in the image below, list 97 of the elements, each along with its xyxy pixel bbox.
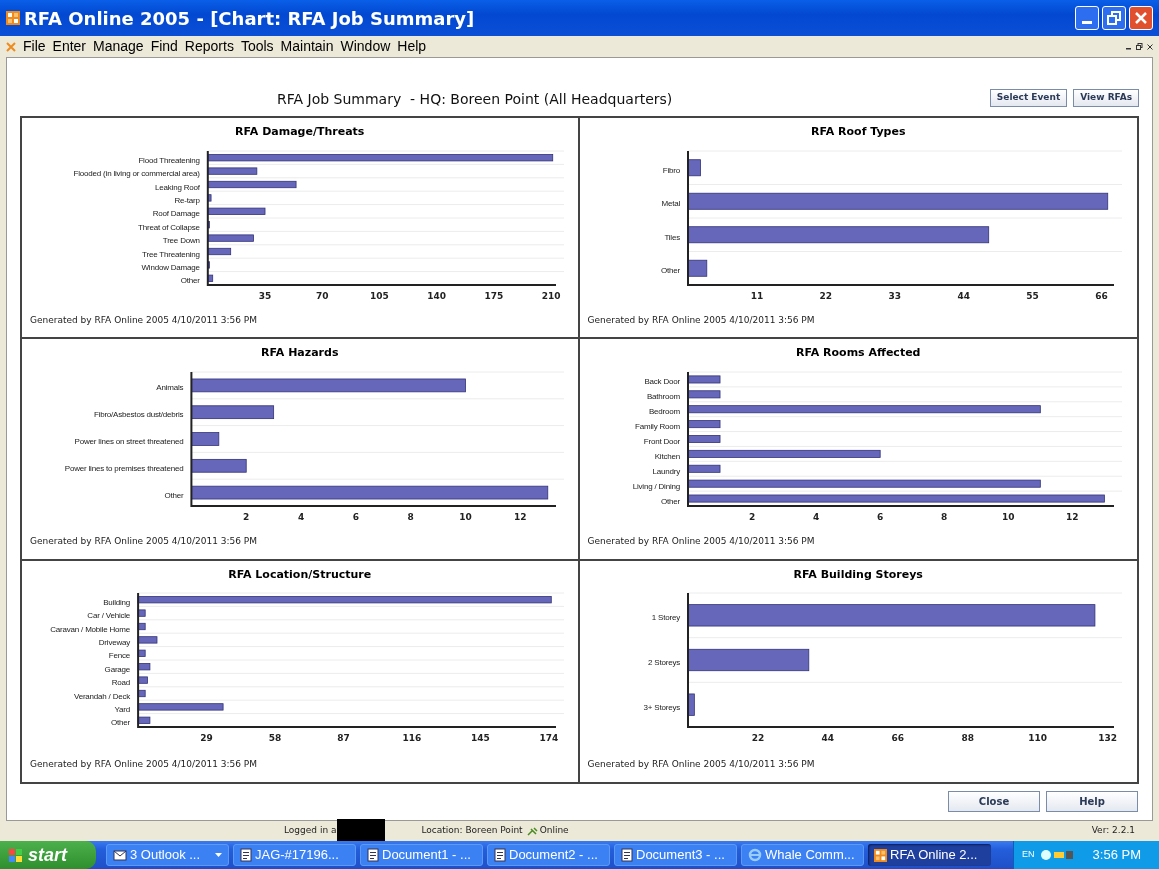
tick-label: 4 <box>297 511 304 522</box>
tick-label: 33 <box>888 290 902 301</box>
tick-label: 12 <box>513 511 527 522</box>
tick-label: 66 <box>1095 290 1108 301</box>
generated-note: Generated by RFA Online 2005 4/10/2011 3:56 PM <box>29 535 259 549</box>
login-status: Logged in a <box>284 824 337 838</box>
tick-label: 29 <box>200 733 213 744</box>
category-label: Other <box>110 718 130 728</box>
tick-label: 44 <box>957 290 971 301</box>
tick-label: 110 <box>1028 733 1048 744</box>
category-label: Bedroom <box>649 407 681 417</box>
category-label: Fibro <box>663 165 681 175</box>
category-label: Verandah / Deck <box>73 691 130 701</box>
category-label: Caravan / Mobile Home <box>50 624 130 634</box>
tick-label: 10 <box>1002 511 1015 522</box>
tick-label: 87 <box>337 733 350 744</box>
tick-label: 12 <box>1066 511 1079 522</box>
tick-label: 88 <box>961 733 975 744</box>
category-label: Back Door <box>644 377 681 387</box>
category-label: Fibro/Asbestos dust/debris <box>93 410 184 420</box>
tick-label: 116 <box>402 733 422 744</box>
tick-label: 10 <box>459 511 472 522</box>
tick-label: 22 <box>751 733 765 744</box>
category-label: Other <box>164 490 184 500</box>
tick-label: 8 <box>941 511 948 522</box>
generated-note: Generated by RFA Online 2005 4/10/2011 3:56 PM <box>586 758 816 772</box>
category-label: Re-tarp <box>174 195 200 205</box>
tick-label: 55 <box>1026 290 1040 301</box>
category-label: Other <box>661 496 681 506</box>
tick-label: 140 <box>427 290 446 301</box>
tick-label: 174 <box>539 733 559 744</box>
tick-label: 145 <box>470 733 490 744</box>
tick-label: 8 <box>407 511 414 522</box>
tick-label: 175 <box>484 290 504 301</box>
chart-title: RFA Rooms Affected <box>795 345 922 362</box>
tick-label: 6 <box>877 511 884 522</box>
category-label: Garage <box>104 664 130 674</box>
category-label: Kitchen <box>654 451 681 461</box>
category-label: 1 Storey <box>652 613 681 623</box>
window-title: RFA Online 2005 - [Chart: RFA Job Summary] <box>24 6 475 31</box>
category-label: Tree Down <box>162 235 200 245</box>
category-label: Other <box>661 265 681 275</box>
category-label: Power lines to premises threatened <box>64 463 184 473</box>
language-indicator: EN <box>1022 848 1035 862</box>
category-label: Building <box>102 597 130 607</box>
generated-note: Generated by RFA Online 2005 4/10/2011 3:56 PM <box>29 758 259 772</box>
tick-label: 22 <box>819 290 833 301</box>
category-label: Window Damage <box>141 262 200 272</box>
category-label: Animals <box>156 383 184 393</box>
tick-label: 2 <box>242 511 250 522</box>
chart-title: RFA Roof Types <box>810 124 907 140</box>
tick-label: 132 <box>1098 733 1118 744</box>
category-label: Threat of Collapse <box>137 222 200 232</box>
category-label: Laundry <box>652 466 681 476</box>
generated-note: Generated by RFA Online 2005 4/10/2011 3:56 PM <box>586 535 816 549</box>
category-label: Metal <box>661 198 681 208</box>
category-label: Flood Threatening <box>138 155 200 165</box>
category-label: Tiles <box>664 232 681 242</box>
chart-title: RFA Building Storeys <box>792 566 924 583</box>
location-status: Location: Boreen Point <box>421 824 523 838</box>
category-label: Fence <box>108 651 130 661</box>
tick-label: 105 <box>369 290 389 301</box>
clock: 3:56 PM <box>1092 846 1141 865</box>
category-label: Roof Damage <box>152 208 200 218</box>
category-label: 3+ Storeys <box>643 702 681 712</box>
category-label: Car / Vehicle <box>87 611 130 621</box>
category-label: 2 Storeys <box>648 658 681 668</box>
tick-label: 66 <box>891 733 905 744</box>
version-label: Ver: 2.2.1 <box>1091 824 1135 838</box>
category-label: Driveway <box>98 638 130 648</box>
category-label: Leaking Roof <box>154 182 200 191</box>
generated-note: Generated by RFA Online 2005 4/10/2011 3:56 PM <box>586 313 816 327</box>
category-label: Front Door <box>644 436 681 446</box>
page-title: RFA Job Summary - HQ: Boreen Point (All Headquarters) <box>277 90 673 109</box>
category-label: Yard <box>114 705 130 715</box>
category-label: Living / Dining <box>633 481 681 491</box>
tick-label: 210 <box>541 290 561 301</box>
tick-label: 44 <box>821 733 835 744</box>
chart-title: RFA Location/Structure <box>227 566 373 583</box>
category-label: Family Room <box>635 421 681 431</box>
tick-label: 4 <box>813 511 820 522</box>
tick-label: 35 <box>258 290 272 301</box>
category-label: Road <box>111 678 130 688</box>
tick-label: 6 <box>352 511 359 522</box>
category-label: Flooded (in living or commercial area) <box>73 168 200 178</box>
tick-label: 70 <box>315 290 329 301</box>
category-label: Power lines on street threatened <box>74 436 184 446</box>
tick-label: 11 <box>750 290 764 301</box>
chart-title: RFA Damage/Threats <box>234 124 366 140</box>
connection-status: Online <box>539 824 569 838</box>
chart-title: RFA Hazards <box>260 345 340 362</box>
tick-label: 2 <box>749 511 756 522</box>
category-label: Other <box>180 275 200 285</box>
tick-label: 58 <box>268 733 282 744</box>
generated-note: Generated by RFA Online 2005 4/10/2011 3:56 PM <box>29 313 259 327</box>
category-label: Bathroom <box>647 392 681 402</box>
category-label: Tree Threatening <box>141 249 200 258</box>
